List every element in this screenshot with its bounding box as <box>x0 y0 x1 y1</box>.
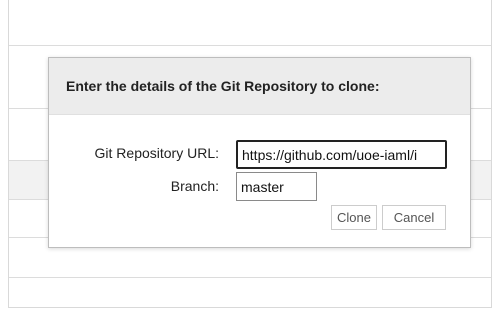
dialog-title: Enter the details of the Git Repository … <box>66 78 380 94</box>
clone-button[interactable]: Clone <box>331 205 377 230</box>
repository-url-input[interactable] <box>236 140 447 169</box>
background-divider <box>9 277 491 278</box>
background-divider <box>9 45 491 46</box>
branch-label: Branch: <box>170 178 219 194</box>
branch-input[interactable] <box>236 172 317 201</box>
repository-url-label: Git Repository URL: <box>94 145 219 161</box>
cancel-button[interactable]: Cancel <box>382 205 446 230</box>
git-clone-dialog: Enter the details of the Git Repository … <box>48 57 471 248</box>
dialog-header: Enter the details of the Git Repository … <box>49 58 470 115</box>
